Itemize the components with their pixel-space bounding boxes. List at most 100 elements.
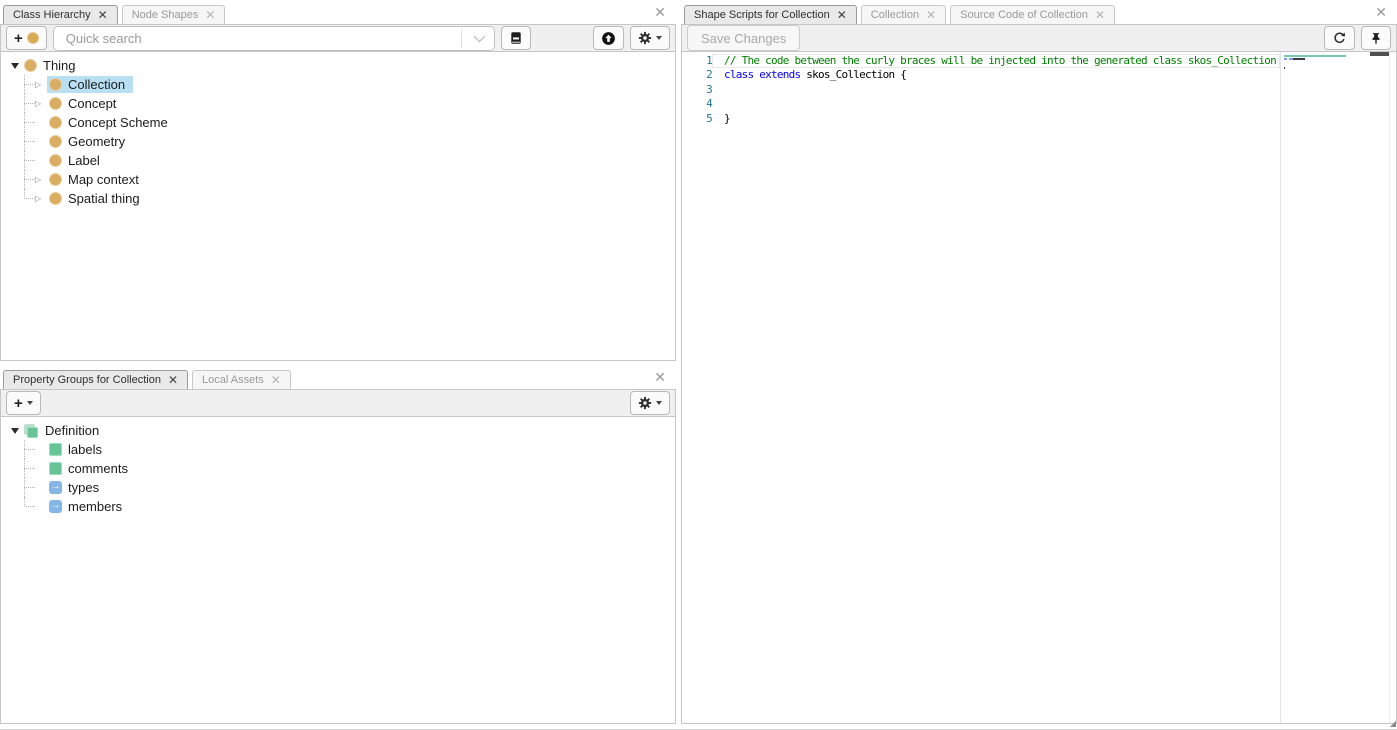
tree-item-comments[interactable]: comments bbox=[1, 459, 675, 478]
navigate-up-button[interactable] bbox=[593, 26, 624, 50]
class-icon bbox=[49, 192, 62, 205]
tree-connector bbox=[23, 459, 35, 478]
tab-label: Local Assets bbox=[202, 374, 264, 386]
close-icon[interactable]: ✕ bbox=[654, 5, 666, 19]
minimap-mark bbox=[1284, 67, 1285, 69]
editor-minimap[interactable] bbox=[1280, 52, 1389, 723]
dictionary-button[interactable] bbox=[501, 26, 531, 50]
tree-item-content[interactable]: Spatial thing bbox=[47, 190, 148, 207]
tree-item-labels[interactable]: labels bbox=[1, 440, 675, 459]
code-line[interactable]: 2class extends skos_Collection { bbox=[682, 68, 1280, 82]
code-line[interactable]: 5} bbox=[682, 112, 1280, 126]
code-token: skos_Collection { bbox=[800, 68, 906, 81]
tree-item-content[interactable]: Concept Scheme bbox=[47, 114, 176, 131]
property-group-icon bbox=[49, 462, 62, 475]
tree-item-content[interactable]: Geometry bbox=[47, 133, 133, 150]
tree-item-content[interactable]: Definition bbox=[22, 422, 107, 439]
tree-item-content[interactable]: Map context bbox=[47, 171, 147, 188]
tree-item-collection[interactable]: ▷Collection bbox=[1, 75, 675, 94]
tab-label: Property Groups for Collection bbox=[13, 374, 161, 386]
quick-search-input[interactable] bbox=[53, 26, 495, 51]
tree-item-content[interactable]: Concept bbox=[47, 95, 124, 112]
tree-item-label: types bbox=[68, 480, 99, 495]
tree-item-concept[interactable]: ▷Concept bbox=[1, 94, 675, 113]
expander-open-icon[interactable] bbox=[8, 63, 22, 69]
pin-button[interactable] bbox=[1361, 26, 1391, 50]
tab-label: Shape Scripts for Collection bbox=[694, 9, 830, 21]
tree-item-content[interactable]: comments bbox=[47, 460, 136, 477]
add-property-group-button[interactable]: + bbox=[6, 391, 41, 415]
close-icon[interactable]: ✕ bbox=[837, 9, 847, 21]
shape-scripts-tab-source-code-of-collection[interactable]: Source Code of Collection ✕ bbox=[950, 5, 1115, 24]
tree-item-label: Thing bbox=[43, 58, 76, 73]
tree-item-content[interactable]: Collection bbox=[47, 76, 133, 93]
save-changes-button[interactable]: Save Changes bbox=[687, 25, 800, 51]
application-window: Class Hierarchy✕Node Shapes✕ ✕ + bbox=[0, 0, 1397, 730]
code-line[interactable]: 1// The code between the curly braces wi… bbox=[682, 54, 1280, 68]
tree-item-label: comments bbox=[68, 461, 128, 476]
expander-collapsed-icon[interactable]: ▷ bbox=[35, 94, 47, 113]
property-groups-tab-local-assets[interactable]: Local Assets ✕ bbox=[192, 370, 291, 389]
tree-item-members[interactable]: →members bbox=[1, 497, 675, 516]
expander-collapsed-icon[interactable]: ▷ bbox=[35, 189, 47, 208]
tree-item-concept-scheme[interactable]: Concept Scheme bbox=[1, 113, 675, 132]
close-icon[interactable]: ✕ bbox=[1095, 9, 1105, 21]
property-group-stack-icon bbox=[24, 424, 39, 438]
tree-item-label: Definition bbox=[45, 423, 99, 438]
settings-button[interactable] bbox=[630, 391, 670, 415]
tree-item-types[interactable]: →types bbox=[1, 478, 675, 497]
minimap-mark bbox=[1293, 58, 1305, 60]
tree-item-content[interactable]: →members bbox=[47, 498, 130, 515]
class-hierarchy-tab-class-hierarchy[interactable]: Class Hierarchy✕ bbox=[3, 5, 118, 24]
settings-button[interactable] bbox=[630, 26, 670, 50]
tree-connector bbox=[23, 170, 35, 189]
book-icon bbox=[509, 31, 523, 45]
tree-item-spatial-thing[interactable]: ▷Spatial thing bbox=[1, 189, 675, 208]
tree-item-content[interactable]: labels bbox=[47, 441, 110, 458]
minimap-slider[interactable] bbox=[1370, 52, 1389, 56]
tree-item-label[interactable]: Label bbox=[1, 151, 675, 170]
minimap-mark bbox=[1284, 58, 1287, 60]
code-line-text: } bbox=[712, 112, 1280, 126]
expander-open-icon[interactable] bbox=[8, 428, 22, 434]
class-hierarchy-toolbar: + bbox=[0, 24, 676, 52]
class-hierarchy-tab-node-shapes[interactable]: Node Shapes✕ bbox=[122, 5, 226, 24]
code-editor[interactable]: 1// The code between the curly braces wi… bbox=[681, 52, 1397, 724]
property-groups-panel: Property Groups for Collection✕Local Ass… bbox=[0, 365, 676, 724]
close-icon[interactable]: ✕ bbox=[168, 374, 178, 386]
tab-label: Source Code of Collection bbox=[960, 9, 1088, 21]
refresh-button[interactable] bbox=[1324, 26, 1355, 50]
tree-item-content[interactable]: Label bbox=[47, 152, 108, 169]
close-icon[interactable]: ✕ bbox=[654, 370, 666, 384]
tree-connector bbox=[23, 478, 35, 497]
code-line-text bbox=[712, 83, 1280, 97]
close-icon[interactable]: ✕ bbox=[271, 374, 281, 386]
shape-scripts-tab-shape-scripts-for-collection[interactable]: Shape Scripts for Collection ✕ bbox=[684, 5, 857, 24]
resize-grip-icon[interactable]: ◢ bbox=[1390, 720, 1396, 728]
tree-item-geometry[interactable]: Geometry bbox=[1, 132, 675, 151]
tree-connector bbox=[23, 189, 35, 208]
create-class-button[interactable]: + bbox=[6, 26, 47, 50]
close-icon[interactable]: ✕ bbox=[1375, 5, 1387, 19]
tree-item-definition[interactable]: Definition bbox=[1, 421, 675, 440]
close-icon[interactable]: ✕ bbox=[926, 9, 936, 21]
tree-item-map-context[interactable]: ▷Map context bbox=[1, 170, 675, 189]
line-number: 2 bbox=[682, 68, 712, 82]
property-groups-tab-property-groups-for-collection[interactable]: Property Groups for Collection ✕ bbox=[3, 370, 188, 389]
class-hierarchy-tree: Thing▷Collection▷ConceptConcept SchemeGe… bbox=[0, 52, 676, 361]
class-hierarchy-tabbar: Class Hierarchy✕Node Shapes✕ ✕ bbox=[0, 0, 676, 24]
chevron-down-icon bbox=[656, 36, 662, 40]
shape-scripts-tab-collection[interactable]: Collection✕ bbox=[861, 5, 946, 24]
expander-collapsed-icon[interactable]: ▷ bbox=[35, 170, 47, 189]
editor-scrollbar[interactable] bbox=[1389, 52, 1396, 723]
tree-item-content[interactable]: →types bbox=[47, 479, 107, 496]
expander-collapsed-icon[interactable]: ▷ bbox=[35, 75, 47, 94]
code-line[interactable]: 4 bbox=[682, 97, 1280, 111]
code-line[interactable]: 3 bbox=[682, 83, 1280, 97]
close-icon[interactable]: ✕ bbox=[98, 9, 108, 21]
tree-item-thing[interactable]: Thing bbox=[1, 56, 675, 75]
close-icon[interactable]: ✕ bbox=[205, 9, 215, 21]
refresh-icon bbox=[1332, 31, 1347, 46]
chevron-down-icon bbox=[656, 401, 662, 405]
tree-item-content[interactable]: Thing bbox=[22, 57, 84, 74]
